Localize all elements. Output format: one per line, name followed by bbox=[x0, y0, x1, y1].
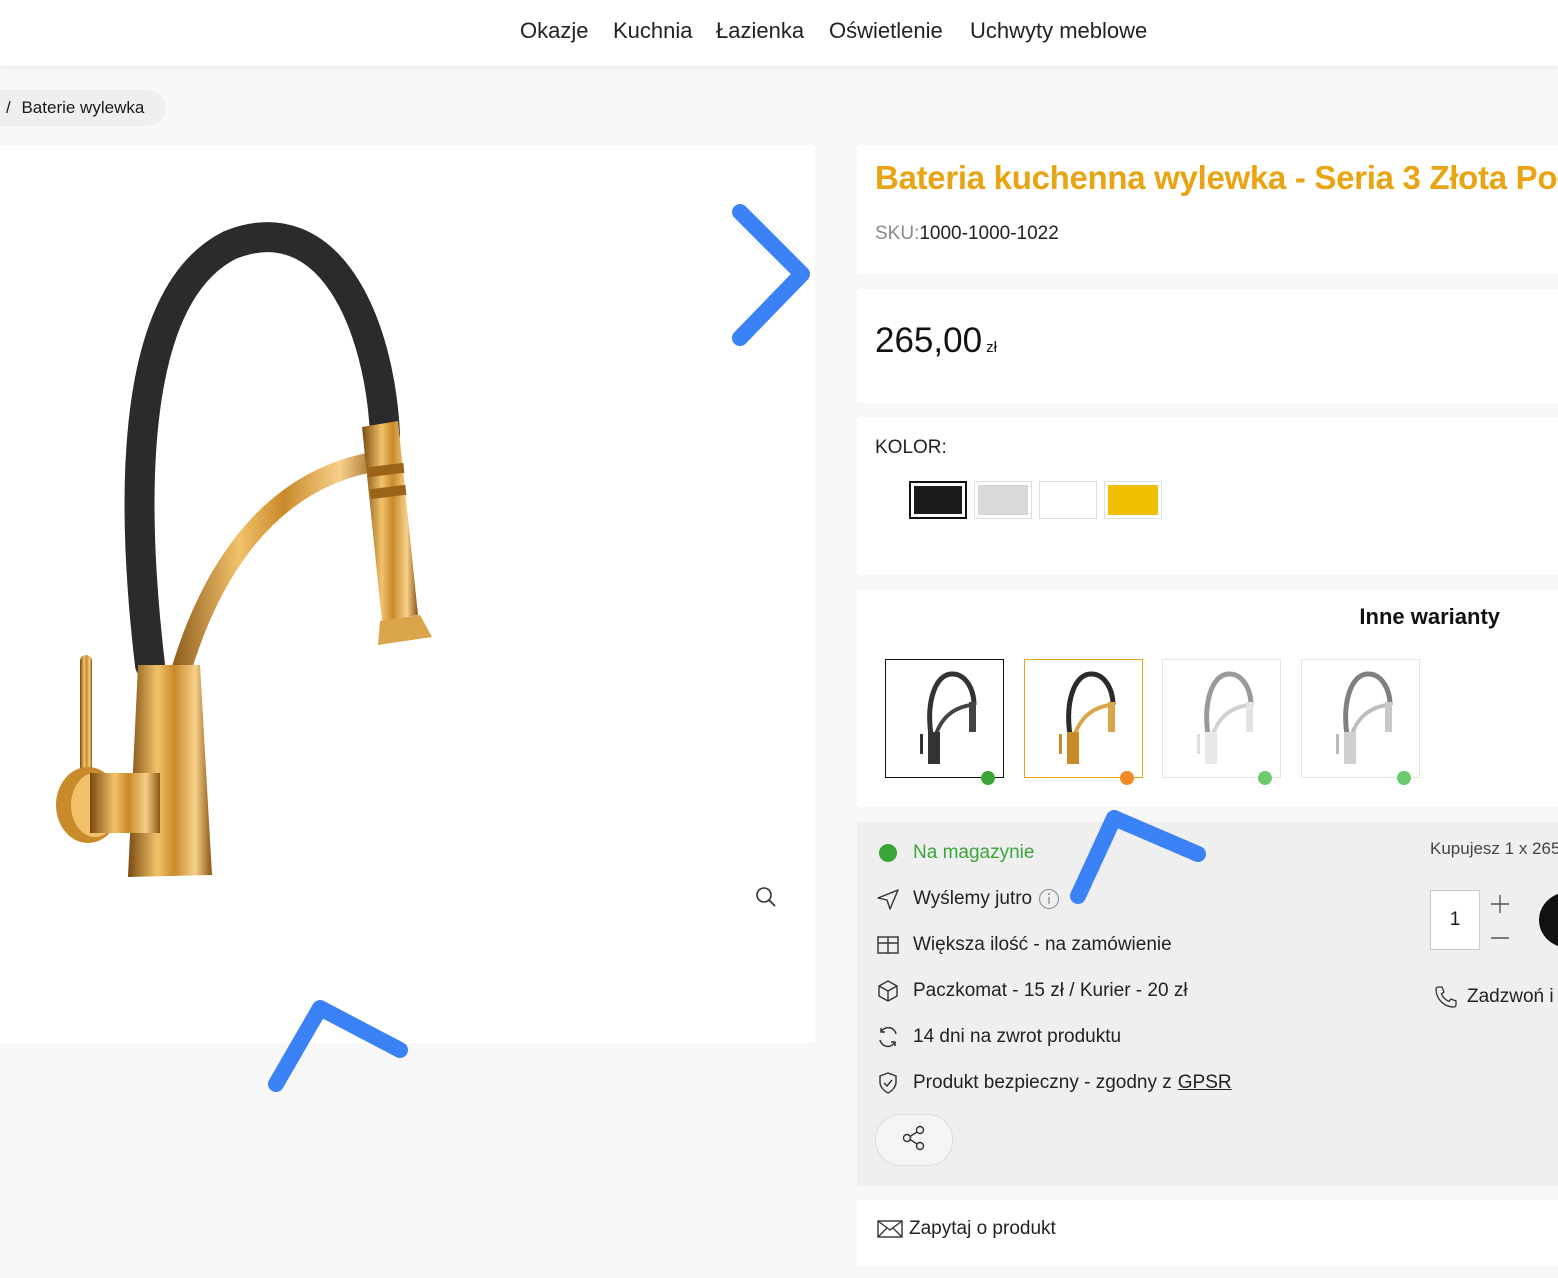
breadcrumb: / Baterie wylewka bbox=[0, 90, 166, 126]
product-sku: SKU:1000-1000-1022 bbox=[875, 223, 1059, 245]
product-gallery bbox=[0, 145, 815, 1043]
product-title: Bateria kuchenna wylewka - Seria 3 Złota… bbox=[875, 159, 1558, 196]
breadcrumb-current[interactable]: Baterie wylewka bbox=[21, 98, 144, 117]
variant-chrome[interactable] bbox=[1301, 659, 1420, 785]
availability-dot bbox=[1258, 771, 1272, 785]
share-icon bbox=[900, 1124, 928, 1157]
quantity-input[interactable]: 1 bbox=[1430, 890, 1480, 950]
phone-text: Zadzwoń i bbox=[1467, 986, 1554, 1007]
product-image[interactable] bbox=[0, 145, 815, 1043]
nav-item-uchwyty-meblowe[interactable]: Uchwyty meblowe bbox=[970, 18, 1147, 44]
stock-row: Na magazynie bbox=[875, 838, 1034, 868]
delivery-row: Paczkomat - 15 zł / Kurier - 20 zł bbox=[875, 976, 1188, 1006]
variants-card: Inne warianty bbox=[857, 590, 1558, 807]
variant-thumbnail bbox=[1059, 671, 1116, 764]
magnifier-icon[interactable] bbox=[754, 885, 778, 909]
swatch-fill bbox=[1108, 485, 1158, 515]
gpsr-link[interactable]: GPSR bbox=[1178, 1072, 1232, 1094]
variant-thumbnail bbox=[1336, 671, 1393, 764]
variant-gold[interactable] bbox=[1024, 659, 1143, 785]
swatch-fill bbox=[1043, 485, 1093, 515]
phone-icon bbox=[1433, 984, 1459, 1010]
breadcrumb-separator: / bbox=[6, 98, 11, 117]
sku-label: SKU: bbox=[875, 223, 920, 244]
nav-item-oswietlenie[interactable]: Oświetlenie bbox=[829, 18, 943, 44]
minus-icon bbox=[1491, 937, 1509, 939]
delivery-text: Paczkomat - 15 zł / Kurier - 20 zł bbox=[913, 980, 1188, 1001]
ask-about-product-link[interactable]: Zapytaj o produkt bbox=[877, 1218, 1056, 1240]
variant-thumbnail bbox=[920, 671, 977, 764]
color-picker-card: KOLOR: bbox=[857, 417, 1558, 575]
info-panel: Na magazynie Wyślemy jutro Większa ilość… bbox=[857, 822, 1558, 1186]
bulk-text: Większa ilość - na zamówienie bbox=[913, 934, 1172, 955]
quantity-plus-button[interactable] bbox=[1490, 894, 1510, 914]
add-to-cart-button[interactable] bbox=[1539, 892, 1558, 948]
returns-text: 14 dni na zwrot produktu bbox=[913, 1026, 1122, 1047]
swatch-fill bbox=[914, 486, 962, 514]
color-swatch-grey[interactable] bbox=[974, 481, 1032, 519]
refresh-icon bbox=[875, 1024, 901, 1050]
variants-title: Inne warianty bbox=[1359, 604, 1500, 629]
product-price: 265,00 zł bbox=[875, 321, 997, 361]
nav-item-lazienka[interactable]: Łazienka bbox=[716, 18, 804, 44]
warehouse-icon bbox=[875, 932, 901, 958]
shipping-text: Wyślemy jutro bbox=[913, 888, 1033, 909]
shield-icon bbox=[875, 1070, 901, 1096]
color-swatch-white[interactable] bbox=[1039, 481, 1097, 519]
color-swatch-black[interactable] bbox=[909, 481, 967, 519]
plus-icon bbox=[1491, 895, 1509, 913]
ask-panel: Zapytaj o produkt bbox=[857, 1200, 1558, 1266]
package-icon bbox=[875, 978, 901, 1004]
returns-row: 14 dni na zwrot produktu bbox=[875, 1022, 1121, 1052]
in-stock-dot-icon bbox=[875, 840, 901, 866]
availability-dot bbox=[1120, 771, 1134, 785]
color-swatch-gold[interactable] bbox=[1104, 481, 1162, 519]
swatch-fill bbox=[978, 485, 1028, 515]
send-icon bbox=[875, 886, 901, 912]
sku-value: 1000-1000-1022 bbox=[919, 223, 1059, 244]
stock-status: Na magazynie bbox=[913, 842, 1035, 863]
quantity-minus-button[interactable] bbox=[1490, 928, 1510, 948]
price-value: 265,00 bbox=[875, 321, 983, 360]
phone-row[interactable]: Zadzwoń i bbox=[1433, 984, 1554, 1010]
bulk-row: Większa ilość - na zamówienie bbox=[875, 930, 1172, 960]
ask-label: Zapytaj o produkt bbox=[909, 1218, 1056, 1239]
top-navigation: Okazje Kuchnia Łazienka Oświetlenie Uchw… bbox=[0, 0, 1558, 66]
safety-row: Produkt bezpieczny - zgodny z GPSR bbox=[875, 1068, 1232, 1098]
variant-black[interactable] bbox=[885, 659, 1004, 785]
purchase-summary: Kupujesz 1 x 265, bbox=[1430, 839, 1558, 858]
price-currency: zł bbox=[986, 339, 997, 356]
nav-item-kuchnia[interactable]: Kuchnia bbox=[613, 18, 693, 44]
info-icon[interactable] bbox=[1038, 888, 1060, 910]
price-card: 265,00 zł bbox=[857, 289, 1558, 403]
product-title-card: Bateria kuchenna wylewka - Seria 3 Złota… bbox=[857, 145, 1558, 273]
availability-dot bbox=[1397, 771, 1411, 785]
nav-item-okazje[interactable]: Okazje bbox=[520, 18, 588, 44]
shipping-row: Wyślemy jutro bbox=[875, 884, 1060, 914]
share-button[interactable] bbox=[875, 1114, 953, 1166]
availability-dot bbox=[981, 771, 995, 785]
variant-thumbnail bbox=[1197, 671, 1254, 764]
envelope-icon bbox=[877, 1219, 903, 1239]
variant-white[interactable] bbox=[1162, 659, 1281, 785]
safety-text: Produkt bezpieczny - zgodny z bbox=[913, 1072, 1172, 1093]
color-label: KOLOR: bbox=[875, 437, 947, 458]
